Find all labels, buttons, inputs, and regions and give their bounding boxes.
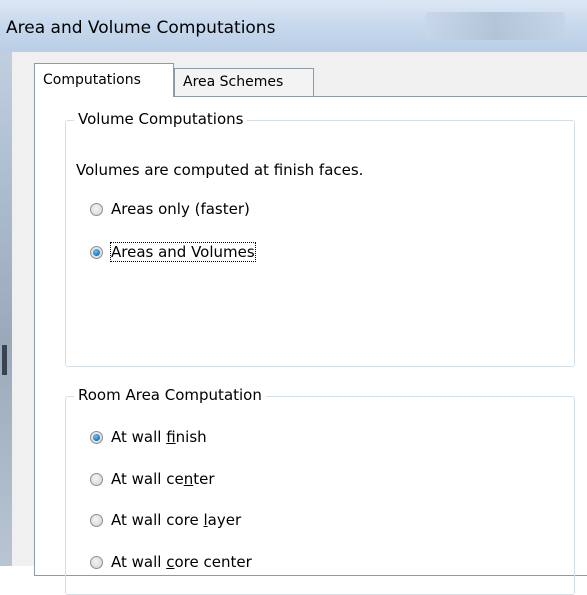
radio-unchecked-icon[interactable] xyxy=(90,555,103,569)
radio-checked-icon[interactable] xyxy=(90,430,103,444)
group-legend-room: Room Area Computation xyxy=(74,386,266,404)
radio-label: At wall center xyxy=(111,470,214,488)
radio-unchecked-icon[interactable] xyxy=(90,472,103,486)
volume-computations-group: Volume Computations Volumes are computed… xyxy=(65,110,575,367)
label-part: At wall ce xyxy=(111,470,184,488)
radio-at-wall-center[interactable]: At wall center xyxy=(90,468,214,490)
label-mnemonic: f xyxy=(166,428,176,446)
radio-checked-icon[interactable] xyxy=(90,245,103,259)
room-area-computation-group: Room Area Computation At wall finish At … xyxy=(65,386,575,595)
label-part: ore center xyxy=(174,553,252,571)
radio-label: Areas only (faster) xyxy=(111,200,250,218)
volume-description: Volumes are computed at finish faces. xyxy=(76,161,364,179)
radio-label: At wall core layer xyxy=(111,511,241,529)
radio-at-wall-core-layer[interactable]: At wall core layer xyxy=(90,509,241,531)
title-bar[interactable]: Area and Volume Computations xyxy=(0,0,587,52)
label-part: inish xyxy=(175,428,207,446)
radio-at-wall-finish[interactable]: At wall finish xyxy=(90,426,207,448)
radio-at-wall-core-center[interactable]: At wall core center xyxy=(90,551,252,573)
dialog-client-area: Computations Area Schemes Volume Computa… xyxy=(12,52,587,595)
label-mnemonic: n xyxy=(183,470,194,488)
radio-areas-and-volumes[interactable]: Areas and Volumes xyxy=(90,241,256,263)
radio-unchecked-icon[interactable] xyxy=(90,202,103,216)
label-part: ter xyxy=(193,470,215,488)
label-part: At wall xyxy=(111,553,167,571)
tab-computations[interactable]: Computations xyxy=(34,63,174,97)
window-title: Area and Volume Computations xyxy=(6,18,276,38)
label-part: At wall xyxy=(111,428,167,446)
blurred-background-controls xyxy=(425,12,565,40)
radio-label: Areas and Volumes xyxy=(110,242,256,262)
background-window-edge xyxy=(0,0,12,566)
radio-label: At wall finish xyxy=(111,428,207,446)
label-part: ayer xyxy=(207,511,242,529)
radio-unchecked-icon[interactable] xyxy=(90,513,103,527)
radio-label: At wall core center xyxy=(111,553,252,571)
group-legend-volume: Volume Computations xyxy=(74,110,248,128)
tab-panel-computations: Volume Computations Volumes are computed… xyxy=(34,96,587,595)
tab-area-schemes[interactable]: Area Schemes xyxy=(174,68,314,96)
radio-areas-only[interactable]: Areas only (faster) xyxy=(90,198,250,220)
label-part: At wall core xyxy=(111,511,204,529)
